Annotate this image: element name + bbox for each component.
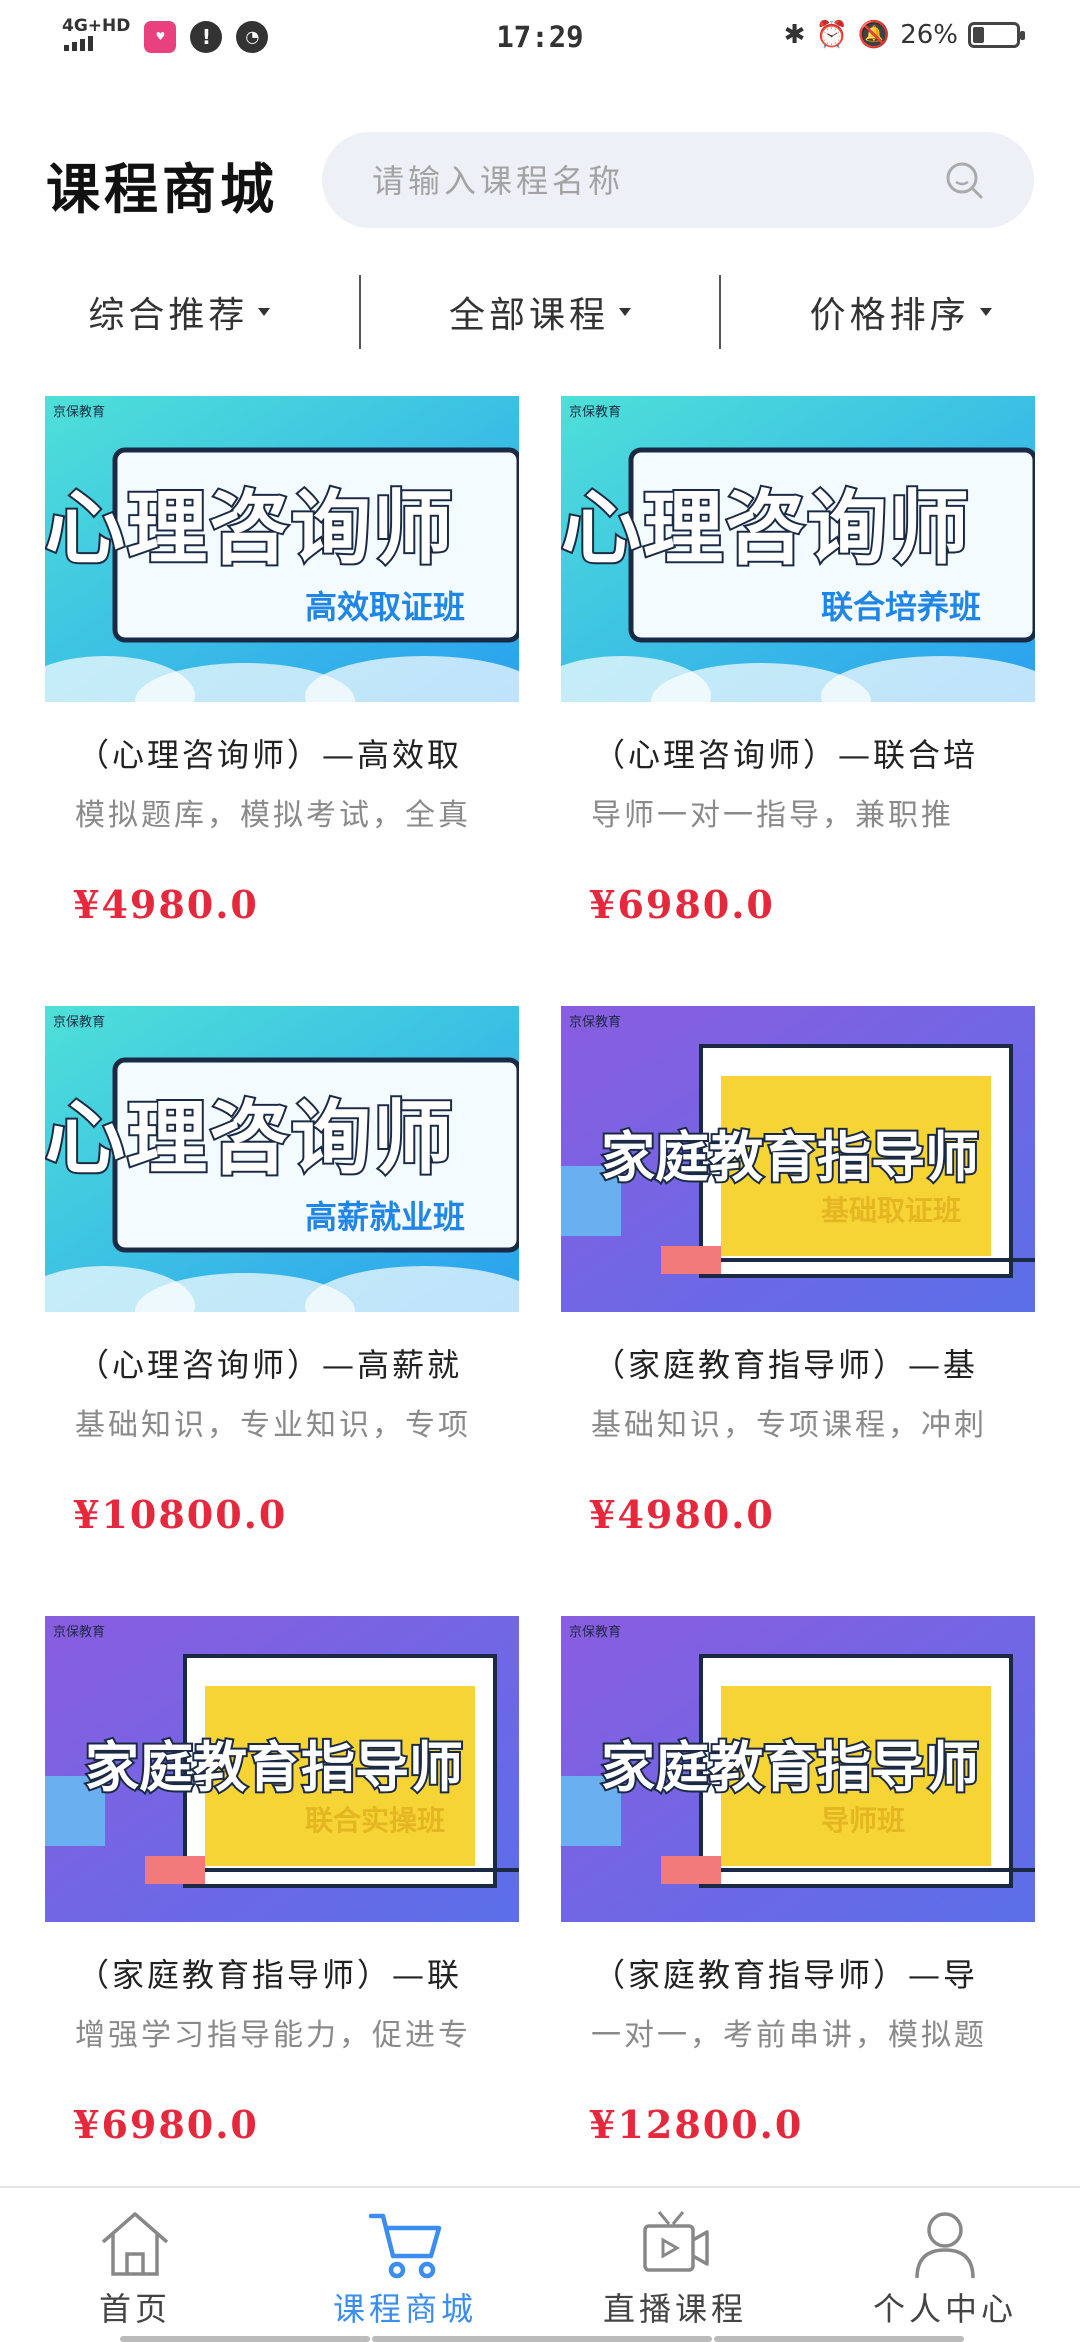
course-banner-image: 京保教育 家庭教育指导师 联合实操班 [45, 1616, 519, 1922]
course-title: （家庭教育指导师）—基 [593, 1346, 979, 1384]
bottom-nav: 首页 课程商城 直播课程 个人中心 [0, 2186, 1080, 2342]
course-price: ¥4980.0 [73, 882, 259, 927]
battery-percent: 26% [900, 20, 958, 50]
course-description: 基础知识，专项课程，冲刺 [591, 1408, 987, 1443]
course-banner-image: 京保教育 心理咨询师 高薪就业班 [45, 1006, 519, 1312]
nav-course-mall[interactable]: 课程商城 [270, 2188, 540, 2342]
svg-text:心理咨询师: 心理咨询师 [561, 482, 971, 575]
caret-down-icon [619, 308, 632, 316]
course-title: （家庭教育指导师）—导 [593, 1956, 979, 1994]
nav-live-courses[interactable]: 直播课程 [540, 2188, 810, 2342]
filter-price-sort[interactable]: 价格排序 [721, 272, 1080, 352]
course-card[interactable]: 京保教育 心理咨询师 联合培养班 （心理咨询师）—联合培 导师一对一指导，兼职推… [561, 396, 1035, 927]
course-price: ¥6980.0 [73, 2102, 259, 2147]
course-title: （心理咨询师）—联合培 [593, 736, 979, 774]
battery-icon [968, 22, 1025, 48]
course-description: 导师一对一指导，兼职推 [591, 798, 954, 833]
course-banner-image: 京保教育 家庭教育指导师 导师班 [561, 1616, 1035, 1922]
svg-text:导师班: 导师班 [821, 1804, 905, 1837]
nav-personal-center[interactable]: 个人中心 [810, 2188, 1080, 2342]
course-description: 一对一，考前串讲，模拟题 [591, 2018, 987, 2053]
course-banner-image: 京保教育 心理咨询师 联合培养班 [561, 396, 1035, 702]
person-icon [915, 2212, 975, 2279]
filter-all-courses[interactable]: 全部课程 [361, 272, 720, 352]
course-thumbnail[interactable]: 京保教育 家庭教育指导师 基础取证班 [561, 1006, 1035, 1312]
svg-text:联合培养班: 联合培养班 [821, 588, 981, 626]
brand-logo-text: 京保教育 [569, 1014, 621, 1030]
course-card[interactable]: 京保教育 家庭教育指导师 联合实操班 （家庭教育指导师）—联 增强学习指导能力，… [45, 1616, 519, 2147]
course-price: ¥10800.0 [73, 1492, 288, 1537]
course-price: ¥4980.0 [589, 1492, 775, 1537]
svg-text:基础取证班: 基础取证班 [821, 1194, 961, 1227]
course-price: ¥12800.0 [589, 2102, 804, 2147]
course-banner-image: 京保教育 心理咨询师 高效取证班 [45, 396, 519, 702]
course-card[interactable]: 京保教育 心理咨询师 高薪就业班 （心理咨询师）—高薪就 基础知识，专业知识，专… [45, 1006, 519, 1537]
mute-icon: 🔕 [857, 20, 891, 50]
svg-text:心理咨询师: 心理咨询师 [45, 1092, 455, 1185]
svg-text:高效取证班: 高效取证班 [305, 588, 465, 626]
course-thumbnail[interactable]: 京保教育 家庭教育指导师 导师班 [561, 1616, 1035, 1922]
bluetooth-icon: ✱ [783, 20, 806, 50]
course-card[interactable]: 京保教育 家庭教育指导师 基础取证班 （家庭教育指导师）—基 基础知识，专项课程… [561, 1006, 1035, 1537]
course-thumbnail[interactable]: 京保教育 心理咨询师 联合培养班 [561, 396, 1035, 702]
course-description: 增强学习指导能力，促进专 [75, 2018, 471, 2053]
filter-bar: 综合推荐 全部课程 价格排序 [0, 272, 1080, 352]
svg-text:家庭教育指导师: 家庭教育指导师 [601, 1126, 979, 1189]
course-title: （心理咨询师）—高效取 [77, 736, 463, 774]
course-card[interactable]: 京保教育 家庭教育指导师 导师班 （家庭教育指导师）—导 一对一，考前串讲，模拟… [561, 1616, 1035, 2147]
cart-icon [368, 2213, 442, 2279]
course-thumbnail[interactable]: 京保教育 家庭教育指导师 联合实操班 [45, 1616, 519, 1922]
home-icon [101, 2212, 169, 2276]
filter-comprehensive[interactable]: 综合推荐 [0, 272, 359, 352]
course-title: （家庭教育指导师）—联 [77, 1956, 463, 1994]
search-bar[interactable] [322, 132, 1034, 230]
course-price: ¥6980.0 [589, 882, 775, 927]
brand-logo-text: 京保教育 [53, 1014, 105, 1030]
status-bar: 4G+HD ♥ ! ◔ 17:29 ✱ ⏰ 🔕 26% [0, 0, 1080, 80]
course-title: （心理咨询师）—高薪就 [77, 1346, 463, 1384]
course-thumbnail[interactable]: 京保教育 心理咨询师 高效取证班 [45, 396, 519, 702]
live-video-icon [643, 2211, 709, 2272]
page-title: 课程商城 [46, 157, 278, 221]
caret-down-icon [258, 308, 271, 316]
brand-logo-text: 京保教育 [569, 1624, 621, 1640]
svg-text:家庭教育指导师: 家庭教育指导师 [85, 1736, 463, 1799]
course-banner-image: 京保教育 家庭教育指导师 基础取证班 [561, 1006, 1035, 1312]
svg-text:心理咨询师: 心理咨询师 [45, 482, 455, 575]
svg-text:家庭教育指导师: 家庭教育指导师 [601, 1736, 979, 1799]
brand-logo-text: 京保教育 [53, 404, 105, 420]
course-description: 模拟题库，模拟考试，全真 [75, 798, 471, 833]
home-indicator [714, 2336, 964, 2342]
search-input[interactable] [370, 132, 934, 230]
course-thumbnail[interactable]: 京保教育 心理咨询师 高薪就业班 [45, 1006, 519, 1312]
brand-logo-text: 京保教育 [569, 404, 621, 420]
home-indicator [372, 2336, 712, 2342]
svg-text:高薪就业班: 高薪就业班 [305, 1198, 465, 1236]
caret-down-icon [979, 308, 992, 316]
alarm-icon: ⏰ [815, 20, 848, 50]
search-icon[interactable] [942, 158, 986, 202]
home-indicator [120, 2336, 370, 2342]
course-card[interactable]: 京保教育 心理咨询师 高效取证班 （心理咨询师）—高效取 模拟题库，模拟考试，全… [45, 396, 519, 927]
nav-home[interactable]: 首页 [0, 2188, 270, 2342]
brand-logo-text: 京保教育 [53, 1624, 105, 1640]
course-description: 基础知识，专业知识，专项 [75, 1408, 471, 1443]
svg-text:联合实操班: 联合实操班 [305, 1804, 445, 1837]
